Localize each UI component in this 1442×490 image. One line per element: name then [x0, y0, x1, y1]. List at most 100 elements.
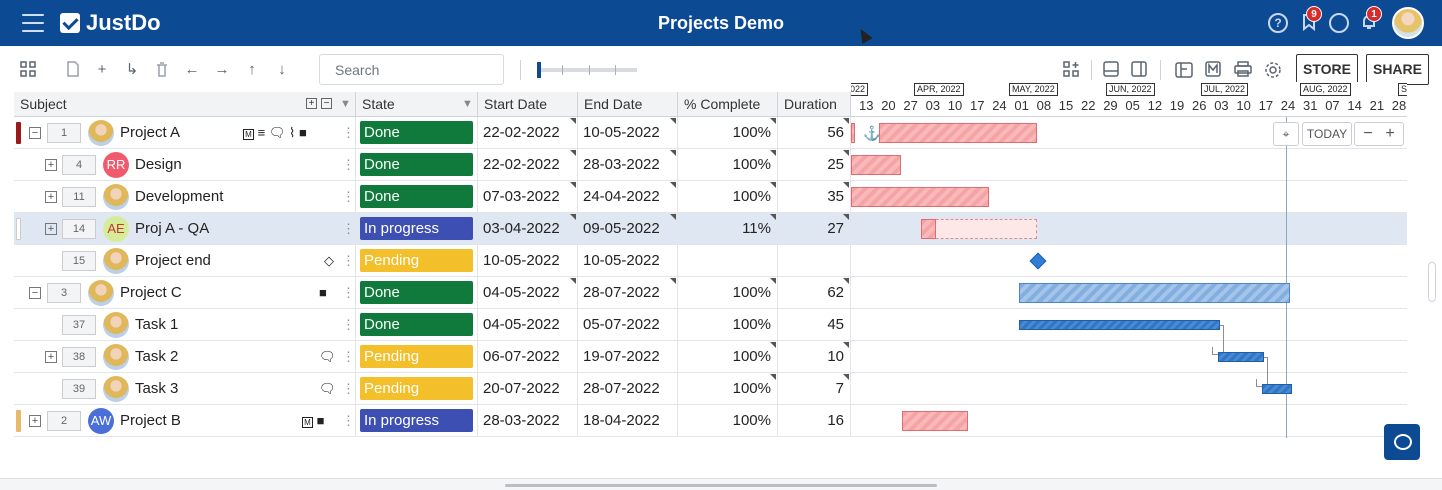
- row-menu-icon[interactable]: ⋮: [342, 341, 355, 373]
- row-menu-icon[interactable]: ⋮: [342, 117, 355, 149]
- percent-cell[interactable]: 100%: [678, 277, 778, 309]
- attachment-icon[interactable]: ⌇: [289, 125, 295, 140]
- collapse-icon[interactable]: −: [29, 287, 41, 299]
- anchor-icon[interactable]: ⚓: [863, 125, 880, 142]
- state-badge[interactable]: Pending: [360, 345, 473, 368]
- gantt-bar[interactable]: [851, 155, 901, 175]
- start-date-cell[interactable]: 22-02-2022: [478, 149, 578, 181]
- state-badge[interactable]: Pending: [360, 249, 473, 272]
- gantt-bar[interactable]: [902, 411, 968, 431]
- split-vertical-icon[interactable]: [1130, 61, 1148, 79]
- percent-cell[interactable]: 100%: [678, 341, 778, 373]
- end-date-cell[interactable]: 28-07-2022: [578, 373, 678, 405]
- share-button[interactable]: SHARE: [1366, 54, 1429, 85]
- state-cell[interactable]: Pending: [356, 245, 478, 277]
- end-date-cell[interactable]: 18-04-2022: [578, 405, 678, 437]
- column-header-state[interactable]: State ▼: [356, 92, 478, 117]
- end-date-cell[interactable]: 28-03-2022: [578, 149, 678, 181]
- subject-cell[interactable]: 15 Project end ◇ ⋮: [14, 245, 356, 277]
- row-menu-icon[interactable]: ⋮: [342, 309, 355, 341]
- state-badge[interactable]: In progress: [360, 409, 473, 432]
- collapse-icon[interactable]: −: [29, 127, 41, 139]
- help-icon[interactable]: ?: [1268, 13, 1288, 33]
- column-header-duration[interactable]: Duration: [778, 92, 851, 117]
- expand-icon[interactable]: +: [45, 191, 57, 203]
- gear-icon[interactable]: [1264, 61, 1282, 79]
- state-cell[interactable]: Done: [356, 181, 478, 213]
- subject-cell[interactable]: − 3 Project C ■ ⋮: [14, 277, 356, 309]
- expand-all-icon[interactable]: +: [306, 98, 317, 109]
- subject-cell[interactable]: 37 Task 1 ⋮: [14, 309, 356, 341]
- subject-cell[interactable]: + 11 Development ⋮: [14, 181, 356, 213]
- gantt-bar[interactable]: [1019, 320, 1220, 330]
- add-subtask-icon[interactable]: ↳: [123, 61, 141, 79]
- state-cell[interactable]: In progress: [356, 405, 478, 437]
- description-icon[interactable]: ≡: [258, 125, 266, 140]
- zoom-slider[interactable]: [537, 62, 637, 78]
- row-menu-icon[interactable]: ⋮: [342, 405, 355, 437]
- percent-cell[interactable]: 100%: [678, 117, 778, 149]
- milestone-marker[interactable]: [1029, 252, 1047, 270]
- row-menu-icon[interactable]: ⋮: [342, 373, 355, 405]
- start-date-cell[interactable]: 04-05-2022: [478, 309, 578, 341]
- store-button[interactable]: STORE: [1296, 54, 1358, 85]
- arrow-left-icon[interactable]: ←: [183, 61, 201, 79]
- column-header-end-date[interactable]: End Date: [578, 92, 678, 117]
- percent-cell[interactable]: 100%: [678, 373, 778, 405]
- state-badge[interactable]: Done: [360, 185, 473, 208]
- state-badge[interactable]: Done: [360, 281, 473, 304]
- state-cell[interactable]: Pending: [356, 373, 478, 405]
- gantt-bar[interactable]: [851, 123, 855, 143]
- print-icon[interactable]: [1234, 61, 1252, 79]
- locate-icon[interactable]: ⌖: [1273, 122, 1299, 146]
- grid-view-icon[interactable]: [19, 61, 37, 79]
- subject-cell[interactable]: 39 Task 3 🗨 ⋮: [14, 373, 356, 405]
- scrollbar-thumb[interactable]: [505, 484, 937, 487]
- gantt-bar[interactable]: [1262, 384, 1292, 394]
- column-header-percent[interactable]: % Complete: [678, 92, 778, 117]
- column-header-subject[interactable]: Subject + − ▼: [14, 92, 356, 117]
- state-cell[interactable]: Done: [356, 277, 478, 309]
- today-button[interactable]: TODAY: [1302, 122, 1352, 146]
- percent-cell[interactable]: 100%: [678, 405, 778, 437]
- percent-cell[interactable]: 100%: [678, 309, 778, 341]
- gantt-bar[interactable]: [1019, 283, 1290, 303]
- gantt-bar[interactable]: [879, 123, 1037, 143]
- state-cell[interactable]: In progress: [356, 213, 478, 245]
- state-badge[interactable]: Done: [360, 153, 473, 176]
- briefcase-icon[interactable]: ■: [299, 125, 307, 140]
- expand-icon[interactable]: +: [45, 159, 57, 171]
- timeline-icon[interactable]: [1175, 61, 1193, 79]
- end-date-cell[interactable]: 19-07-2022: [578, 341, 678, 373]
- new-document-icon[interactable]: [64, 61, 82, 79]
- duration-cell[interactable]: 27: [778, 213, 851, 245]
- add-grid-icon[interactable]: [1062, 61, 1080, 79]
- chat-icon[interactable]: [1329, 13, 1349, 33]
- row-menu-icon[interactable]: ⋮: [342, 245, 355, 277]
- m-box-icon[interactable]: [1204, 61, 1222, 79]
- duration-cell[interactable]: 16: [778, 405, 851, 437]
- duration-cell[interactable]: 56: [778, 117, 851, 149]
- row-menu-icon[interactable]: ⋮: [342, 149, 355, 181]
- search-input[interactable]: [319, 54, 504, 85]
- subject-cell[interactable]: + 14 AE Proj A - QA ⋮: [14, 213, 356, 245]
- gantt-bar[interactable]: [1218, 352, 1264, 362]
- chat-support-button[interactable]: [1384, 424, 1420, 460]
- expand-icon[interactable]: +: [45, 223, 57, 235]
- briefcase-icon[interactable]: ■: [319, 277, 327, 309]
- state-cell[interactable]: Pending: [356, 341, 478, 373]
- percent-cell[interactable]: [678, 245, 778, 277]
- start-date-cell[interactable]: 10-05-2022: [478, 245, 578, 277]
- gantt-bar-progress[interactable]: [921, 219, 936, 239]
- column-header-start-date[interactable]: Start Date: [478, 92, 578, 117]
- add-task-icon[interactable]: +: [93, 61, 111, 79]
- subject-cell[interactable]: + 2 AW Project B M ■ ⋮: [14, 405, 356, 437]
- arrow-up-icon[interactable]: ↑: [243, 61, 261, 79]
- start-date-cell[interactable]: 20-07-2022: [478, 373, 578, 405]
- percent-cell[interactable]: 100%: [678, 149, 778, 181]
- user-avatar[interactable]: [1392, 7, 1424, 39]
- duration-cell[interactable]: 62: [778, 277, 851, 309]
- end-date-cell[interactable]: 10-05-2022: [578, 245, 678, 277]
- zoom-in-button[interactable]: +: [1379, 123, 1401, 145]
- gantt-bar-remaining[interactable]: [921, 219, 1037, 239]
